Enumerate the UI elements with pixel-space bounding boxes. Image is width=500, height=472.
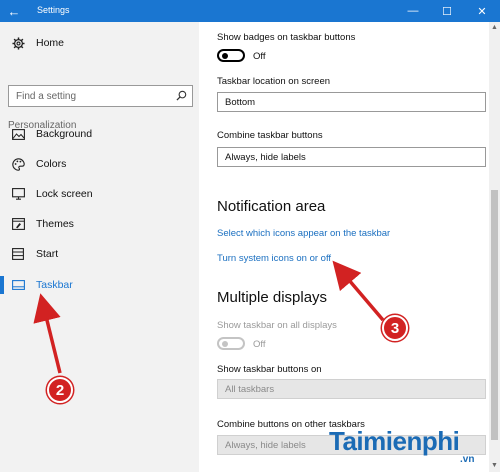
close-button[interactable]: ✕ [467,0,497,22]
minimize-button[interactable]: — [398,0,428,22]
themes-icon [0,218,36,230]
sidebar-item-themes[interactable]: Themes [0,211,199,237]
watermark-brand: Taimienphi [329,426,460,456]
title-bar: ← Settings — ☐ ✕ [0,0,500,22]
show-all-displays-label: Show taskbar on all displays [217,320,337,331]
sidebar-item-lock-screen[interactable]: Lock screen [0,181,199,207]
sidebar-item-label: Background [36,128,93,140]
toggle-knob [222,341,228,347]
watermark-suffix: .vn [460,454,475,465]
scrollbar-thumb[interactable] [491,190,498,440]
sidebar-item-label: Taskbar [36,279,73,291]
badges-label: Show badges on taskbar buttons [217,32,356,43]
sidebar-item-label: Colors [36,158,67,170]
maximize-button[interactable]: ☐ [432,0,462,22]
badges-toggle-state: Off [253,51,266,62]
palette-icon [0,157,36,171]
notification-heading: Notification area [217,198,326,215]
annotation-marker-2: 2 [47,377,73,403]
taskbar-icon [0,280,36,290]
scroll-up-icon[interactable]: ▲ [490,23,499,33]
multiple-displays-heading: Multiple displays [217,289,328,306]
sidebar-item-label: Themes [36,218,74,230]
sidebar-item-colors[interactable]: Colors [0,151,199,177]
location-dropdown[interactable]: Bottom [217,92,486,112]
sidebar-item-label: Lock screen [36,188,93,200]
active-indicator [0,276,4,294]
sidebar-item-label: Start [36,248,59,260]
combine-dropdown[interactable]: Always, hide labels [217,147,486,167]
sidebar: Home Find a setting Personalization Back… [0,22,199,472]
search-input[interactable]: Find a setting [8,85,193,107]
combine-label: Combine taskbar buttons [217,130,323,141]
buttons-on-dropdown[interactable]: All taskbars [217,379,486,399]
system-icons-link[interactable]: Turn system icons on or off [217,253,331,264]
start-icon [0,248,36,260]
picture-icon [0,128,36,140]
gear-icon [0,36,36,50]
window-title: Settings [37,5,70,15]
sidebar-item-home[interactable]: Home [0,30,199,56]
back-arrow-icon[interactable]: ← [0,0,28,22]
location-label: Taskbar location on screen [217,76,331,87]
lock-screen-icon [0,188,36,200]
show-all-displays-state: Off [253,339,266,350]
show-all-displays-toggle[interactable] [217,337,245,350]
sidebar-item-label: Home [36,37,65,49]
select-icons-link[interactable]: Select which icons appear on the taskbar [217,228,390,239]
badges-toggle[interactable] [217,49,245,62]
sidebar-item-background[interactable]: Background [0,121,199,147]
buttons-on-label: Show taskbar buttons on [217,364,322,375]
annotation-marker-3: 3 [382,315,408,341]
search-icon[interactable] [176,90,187,104]
sidebar-item-taskbar[interactable]: Taskbar [0,272,199,298]
sidebar-item-start[interactable]: Start [0,241,199,267]
main-content: Show badges on taskbar buttons Off Taskb… [199,22,489,472]
toggle-knob [222,53,228,59]
